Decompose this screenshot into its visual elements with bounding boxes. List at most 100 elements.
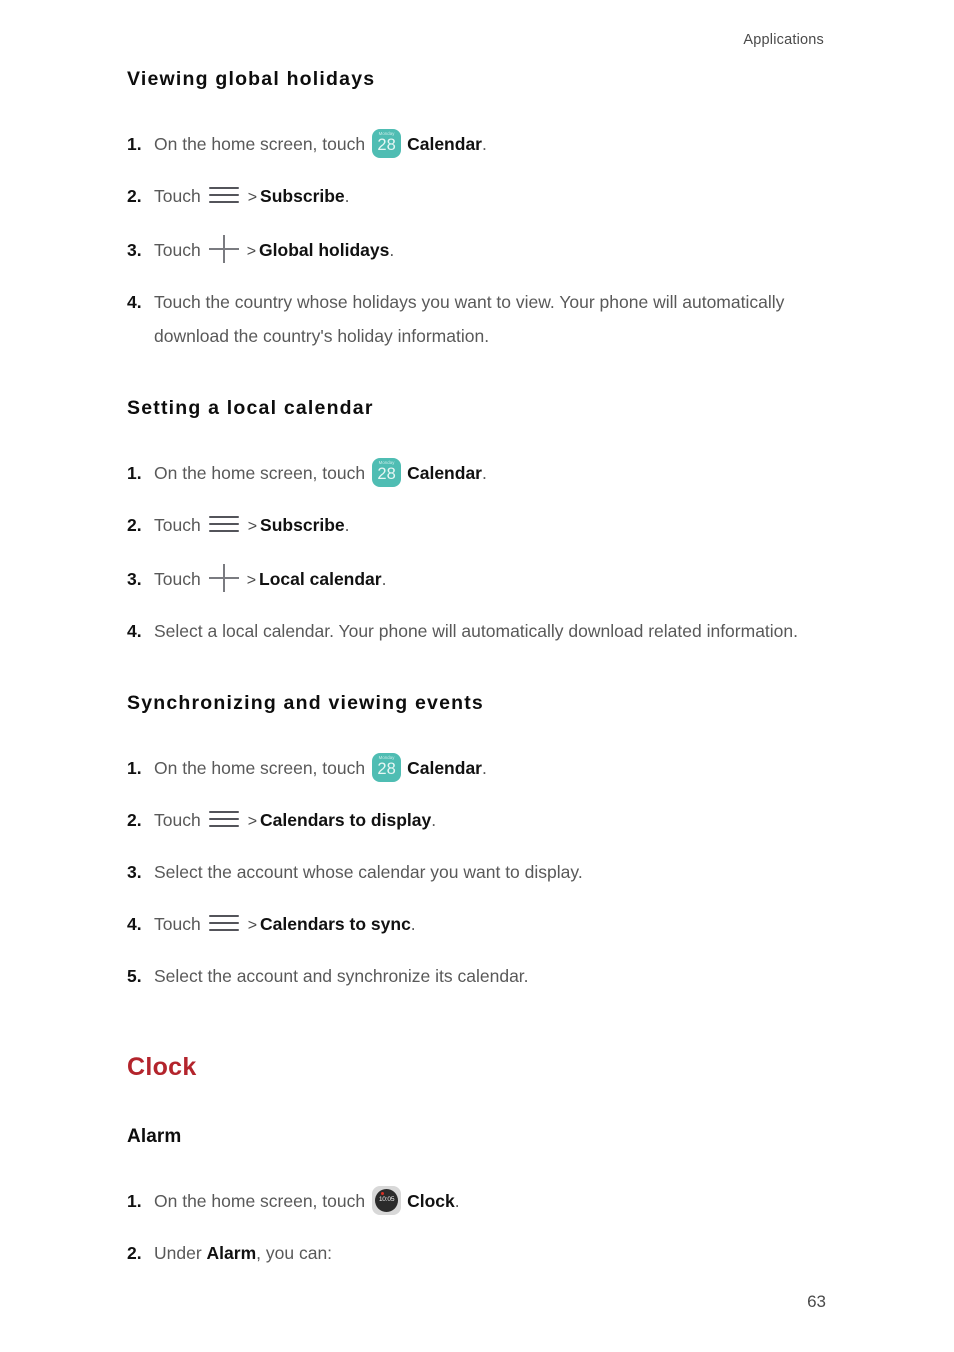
steps-viewing-global-holidays: 1. On the home screen, touch Monday 28 Cale… xyxy=(127,127,827,353)
calendar-icon[interactable]: Monday 28 xyxy=(372,458,402,487)
step-bold: Calendars to sync xyxy=(260,914,411,934)
step-text-pre: On the home screen, touch xyxy=(154,134,366,154)
step-text-pre: Touch xyxy=(154,186,201,206)
list-item: 1. On the home screen, touch 10:05 Clock. xyxy=(127,1184,827,1218)
list-item: 4. Touch the country whose holidays you … xyxy=(127,285,827,353)
calendar-icon[interactable]: Monday 28 xyxy=(372,753,402,782)
heading-viewing-global-holidays: Viewing global holidays xyxy=(127,68,376,90)
step-bold: Subscribe xyxy=(260,186,345,206)
list-item: 2. Touch > Subscribe. xyxy=(127,508,827,544)
step-text-pre: On the home screen, touch xyxy=(154,758,366,778)
step-bold: Calendars to display xyxy=(260,810,432,830)
step-text-post: . xyxy=(381,569,387,589)
step-text-post: . xyxy=(481,134,487,154)
step-text-post: , you can: xyxy=(256,1243,333,1263)
step-number: 2. xyxy=(127,186,142,206)
list-item: 2. Under Alarm, you can: xyxy=(127,1236,827,1270)
step-number: 3. xyxy=(127,569,142,589)
step-separator: > xyxy=(246,572,257,589)
step-text-pre: Touch xyxy=(154,569,201,589)
step-text-post: . xyxy=(389,240,395,260)
hamburger-menu-icon[interactable] xyxy=(208,915,239,932)
calendar-icon-date: 28 xyxy=(377,136,396,154)
step-text-pre: Touch xyxy=(154,810,201,830)
step-text-pre: On the home screen, touch xyxy=(154,463,366,483)
step-text-pre: Touch xyxy=(154,240,201,260)
list-item: 3. Touch > Local calendar. xyxy=(127,562,827,598)
step-text-post: . xyxy=(344,515,350,535)
step-text-pre: Under xyxy=(154,1243,202,1263)
list-item: 2. Touch > Calendars to display. xyxy=(127,803,827,839)
plus-icon[interactable] xyxy=(208,235,239,263)
calendar-icon-date: 28 xyxy=(377,760,396,778)
hamburger-menu-icon[interactable] xyxy=(208,187,239,204)
heading-alarm: Alarm xyxy=(127,1126,182,1147)
step-text: Select a local calendar. Your phone will… xyxy=(154,621,799,641)
step-text-pre: On the home screen, touch xyxy=(154,1191,366,1211)
step-number: 1. xyxy=(127,1191,142,1211)
step-separator: > xyxy=(247,813,258,830)
step-number: 4. xyxy=(127,292,142,312)
step-bold: Calendar xyxy=(407,758,482,778)
steps-alarm: 1. On the home screen, touch 10:05 Clock. … xyxy=(127,1184,827,1270)
heading-setting-a-local-calendar: Setting a local calendar xyxy=(127,397,374,419)
page-content: Viewing global holidays 1. On the home s… xyxy=(127,68,827,1270)
step-text-pre: Touch xyxy=(154,515,201,535)
page-number: 63 xyxy=(807,1292,826,1311)
step-separator: > xyxy=(247,917,258,934)
step-text-post: . xyxy=(410,914,416,934)
step-separator: > xyxy=(246,243,257,260)
list-item: 1. On the home screen, touch Monday 28 Cale… xyxy=(127,127,827,161)
clock-icon[interactable]: 10:05 xyxy=(372,1186,402,1215)
clock-icon-alarm-dot xyxy=(381,1191,385,1195)
document-page: Applications Viewing global holidays 1. … xyxy=(0,0,954,1352)
list-item: 4. Touch > Calendars to sync. xyxy=(127,907,827,943)
step-text-post: . xyxy=(481,463,487,483)
heading-synchronizing-and-viewing-events: Synchronizing and viewing events xyxy=(127,692,484,714)
step-text-post: . xyxy=(431,810,437,830)
step-text-pre: Touch xyxy=(154,914,201,934)
list-item: 1. On the home screen, touch Monday 28 Cale… xyxy=(127,751,827,785)
step-text-post: . xyxy=(454,1191,460,1211)
step-text: Touch the country whose holidays you wan… xyxy=(154,292,785,346)
step-number: 1. xyxy=(127,134,142,154)
step-number: 5. xyxy=(127,966,142,986)
list-item: 1. On the home screen, touch Monday 28 Cale… xyxy=(127,456,827,490)
calendar-icon-date: 28 xyxy=(377,465,396,483)
step-separator: > xyxy=(247,518,258,535)
hamburger-menu-icon[interactable] xyxy=(208,516,239,533)
hamburger-menu-icon[interactable] xyxy=(208,811,239,828)
step-text: Select the account and synchronize its c… xyxy=(154,966,529,986)
step-number: 3. xyxy=(127,862,142,882)
step-number: 2. xyxy=(127,1243,142,1263)
step-text-post: . xyxy=(344,186,350,206)
step-bold: Clock xyxy=(407,1191,455,1211)
list-item: 3. Select the account whose calendar you… xyxy=(127,855,827,889)
step-bold: Alarm xyxy=(206,1243,257,1263)
step-number: 1. xyxy=(127,758,142,778)
chapter-title-clock: Clock xyxy=(127,1053,197,1081)
steps-synchronizing-and-viewing-events: 1. On the home screen, touch Monday 28 Cale… xyxy=(127,751,827,993)
step-separator: > xyxy=(247,189,258,206)
step-bold: Calendar xyxy=(407,463,482,483)
step-number: 4. xyxy=(127,914,142,934)
step-text-post: . xyxy=(481,758,487,778)
running-head: Applications xyxy=(743,32,824,48)
step-bold: Calendar xyxy=(407,134,482,154)
clock-icon-time: 10:05 xyxy=(378,1195,395,1203)
list-item: 4. Select a local calendar. Your phone w… xyxy=(127,614,827,648)
step-number: 4. xyxy=(127,621,142,641)
step-number: 2. xyxy=(127,515,142,535)
step-number: 2. xyxy=(127,810,142,830)
steps-setting-a-local-calendar: 1. On the home screen, touch Monday 28 Cale… xyxy=(127,456,827,648)
step-number: 3. xyxy=(127,240,142,260)
list-item: 5. Select the account and synchronize it… xyxy=(127,959,827,993)
calendar-icon[interactable]: Monday 28 xyxy=(372,129,402,158)
list-item: 3. Touch > Global holidays. xyxy=(127,233,827,269)
step-bold: Global holidays xyxy=(259,240,390,260)
list-item: 2. Touch > Subscribe. xyxy=(127,179,827,215)
step-bold: Subscribe xyxy=(260,515,345,535)
plus-icon[interactable] xyxy=(208,564,239,592)
step-number: 1. xyxy=(127,463,142,483)
step-text: Select the account whose calendar you wa… xyxy=(154,862,583,882)
